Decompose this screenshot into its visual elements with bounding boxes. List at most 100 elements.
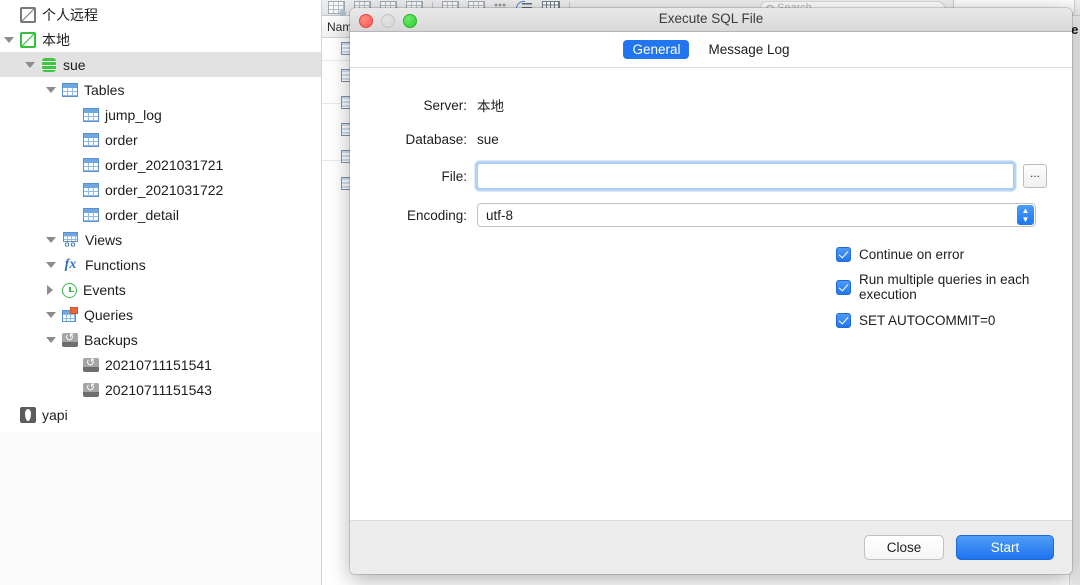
chevron-right-icon[interactable] [44, 283, 57, 296]
continue-on-error-checkbox[interactable] [836, 246, 851, 262]
tree-item-20210711151541[interactable]: 20210711151541 [0, 352, 321, 377]
run-multiple-queries-label: Run multiple queries in each execution [859, 272, 1030, 302]
tree-twisty-spacer [65, 383, 78, 396]
encoding-select-wrap[interactable]: utf-8 ▲ ▼ [477, 203, 1036, 227]
tree-twisty-spacer [2, 8, 15, 21]
table-icon [83, 183, 99, 197]
tree-item-Views[interactable]: Views [0, 227, 321, 252]
tree-item-label: 本地 [42, 31, 70, 48]
tree-item-jump_log[interactable]: jump_log [0, 102, 321, 127]
tree-item-yapi[interactable]: yapi [0, 402, 321, 427]
run-multiple-queries-checkbox[interactable] [836, 279, 851, 295]
table-icon [83, 133, 99, 147]
chevron-down-icon[interactable] [44, 333, 57, 346]
events-clock-icon [62, 282, 77, 298]
start-button[interactable]: Start [956, 535, 1054, 560]
table-new-icon[interactable] [328, 1, 346, 16]
set-autocommit-checkbox[interactable] [836, 312, 851, 328]
encoding-label: Encoding: [406, 207, 467, 223]
option-continue-on-error[interactable]: Continue on error [836, 244, 1072, 264]
tree-twisty-spacer [65, 208, 78, 221]
tree-item-个人远程[interactable]: 个人远程 [0, 2, 321, 27]
dialog-titlebar[interactable]: Execute SQL File [350, 8, 1072, 32]
browse-button[interactable]: ... [1023, 164, 1047, 188]
sidebar: 个人远程本地 sue Tables jump_logorder order_202103… [0, 0, 322, 585]
connection-green-icon [20, 31, 36, 48]
chevron-down-icon[interactable] [44, 83, 57, 96]
tree-item-label: order_2021031722 [105, 181, 224, 198]
table-icon [83, 158, 99, 172]
chevron-down-icon[interactable] [2, 33, 15, 46]
connection-icon [20, 6, 36, 23]
tree-twisty-spacer [65, 108, 78, 121]
execute-sql-file-dialog: Execute SQL File General Message Log Ser… [350, 8, 1072, 574]
functions-icon: fx [64, 256, 77, 272]
dialog-tabbar: General Message Log [350, 32, 1072, 68]
column-header-name: Nam [327, 20, 353, 34]
encoding-stepper-icon[interactable]: ▲ ▼ [1017, 205, 1034, 225]
object-tree: 个人远程本地 sue Tables jump_logorder order_202103… [0, 0, 321, 427]
app-root: Search Nam le 个人远程本地sueTablesjump_logord… [0, 0, 1080, 585]
tree-item-order_2021031721[interactable]: order_2021031721 [0, 152, 321, 177]
dialog-body: Server: 本地 Database: sue File: ... Encod… [350, 68, 1072, 520]
tree-twisty-spacer [65, 158, 78, 171]
tree-item-label: Backups [84, 331, 138, 348]
tree-item-label: Tables [84, 81, 125, 98]
tree-item-label: order_2021031721 [105, 156, 224, 173]
table-icon [83, 108, 99, 122]
tree-item-Tables[interactable]: Tables [0, 77, 321, 102]
tree-item-label: order_detail [105, 206, 179, 223]
queries-icon [62, 307, 78, 322]
backups-icon [62, 331, 78, 347]
tree-item-label: Views [85, 231, 123, 248]
tree-item-label: jump_log [105, 106, 162, 123]
tree-item-Events[interactable]: Events [0, 277, 321, 302]
sidebar-empty-area [0, 432, 321, 585]
close-button-footer[interactable]: Close [864, 535, 944, 560]
file-row: File: ... [350, 162, 1072, 190]
tree-item-sue[interactable]: sue [0, 52, 321, 77]
tree-item-label: 个人远程 [42, 6, 98, 23]
dialog-title: Execute SQL File [658, 11, 764, 26]
option-run-multiple-queries[interactable]: Run multiple queries in each execution [836, 272, 1072, 302]
tree-item-Functions[interactable]: fx Functions [0, 252, 321, 277]
tab-general[interactable]: General [623, 39, 690, 60]
chevron-down-icon[interactable] [44, 258, 57, 271]
tree-twisty-spacer [65, 133, 78, 146]
backup-file-icon [83, 356, 99, 372]
chevron-down-icon[interactable] [44, 308, 57, 321]
tree-twisty-spacer [2, 408, 15, 421]
database-row: Database: sue [350, 128, 1072, 150]
encoding-value[interactable]: utf-8 [477, 203, 1036, 227]
tree-item-order_detail[interactable]: order_detail [0, 202, 321, 227]
tab-message-log[interactable]: Message Log [699, 40, 798, 60]
tree-item-label: 20210711151543 [105, 381, 212, 398]
dialog-footer: Close Start [350, 520, 1072, 574]
database-value: sue [477, 131, 499, 147]
chevron-down-icon[interactable] [44, 233, 57, 246]
tables-folder-icon [62, 83, 78, 97]
tree-item-label: yapi [42, 406, 68, 423]
tree-item-Backups[interactable]: Backups [0, 327, 321, 352]
table-icon [83, 208, 99, 222]
encoding-row: Encoding: utf-8 ▲ ▼ [350, 202, 1072, 228]
tree-item-20210711151543[interactable]: 20210711151543 [0, 377, 321, 402]
tree-item-label: 20210711151541 [105, 356, 212, 373]
set-autocommit-label: SET AUTOCOMMIT=0 [859, 312, 996, 328]
tree-item-本地[interactable]: 本地 [0, 27, 321, 52]
chevron-down-icon[interactable] [23, 58, 36, 71]
continue-on-error-label: Continue on error [859, 246, 965, 262]
tree-item-label: Events [83, 281, 126, 298]
file-input[interactable] [477, 163, 1014, 189]
file-input-wrap [477, 163, 1014, 189]
tree-item-order_2021031722[interactable]: order_2021031722 [0, 177, 321, 202]
views-icon [62, 232, 79, 247]
database-label: Database: [405, 131, 467, 147]
tree-item-order[interactable]: order [0, 127, 321, 152]
server-label: Server: [423, 97, 467, 113]
tree-item-Queries[interactable]: Queries [0, 302, 321, 327]
yapi-connection-icon [20, 406, 36, 423]
tree-item-label: Queries [84, 306, 134, 323]
tree-twisty-spacer [65, 183, 78, 196]
option-set-autocommit[interactable]: SET AUTOCOMMIT=0 [836, 310, 1072, 330]
